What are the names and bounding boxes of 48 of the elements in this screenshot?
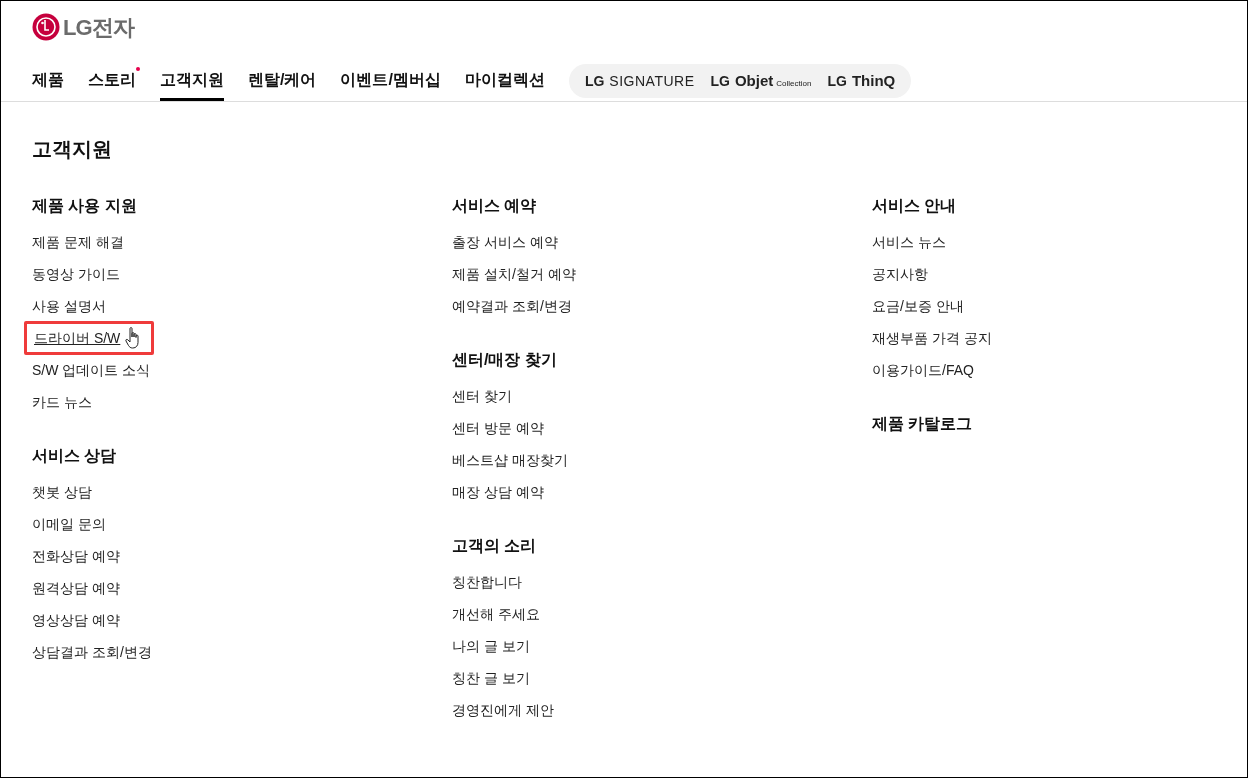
menu-link[interactable]: 나의 글 보기 [452,635,530,657]
nav-tab[interactable]: 이벤트/멤버십 [340,61,441,101]
menu-link[interactable]: 매장 상담 예약 [452,481,544,503]
menu-link[interactable]: 센터 찾기 [452,385,512,407]
lg-logo-icon [32,13,60,41]
menu-link[interactable]: 서비스 뉴스 [872,231,946,253]
menu-link[interactable]: 경영진에게 제안 [452,699,554,721]
menu-link[interactable]: 요금/보증 안내 [872,295,964,317]
menu-link[interactable]: 출장 서비스 예약 [452,231,558,253]
page-title: 고객지원 [32,137,113,162]
menu-link[interactable]: 원격상담 예약 [32,577,120,599]
menu-link[interactable]: 베스트샵 매장찾기 [452,449,568,471]
section-heading: 제품 카탈로그 [872,414,974,434]
menu-link[interactable]: 칭찬합니다 [452,571,522,593]
menu-link[interactable]: 제품 문제 해결 [32,231,124,253]
section-heading: 서비스 상담 [32,446,118,466]
section-heading: 고객의 소리 [452,536,538,556]
menu-link[interactable]: 카드 뉴스 [32,391,92,413]
menu-link[interactable]: 칭찬 글 보기 [452,667,530,689]
nav-tab[interactable]: 제품 [32,61,64,101]
nav-tab[interactable]: 스토리 [88,61,136,101]
brand-link[interactable]: LG ThinQ [827,69,896,93]
menu-link[interactable]: 재생부품 가격 공지 [872,327,992,349]
menu-link[interactable]: 챗봇 상담 [32,481,92,503]
nav-tab[interactable]: 렌탈/케어 [248,61,317,101]
menu-link[interactable]: 드라이버 S/W [34,327,121,349]
menu-link[interactable]: 공지사항 [872,263,928,285]
section-heading: 센터/매장 찾기 [452,350,558,370]
menu-link[interactable]: 상담결과 조회/변경 [32,641,152,663]
menu-link[interactable]: 사용 설명서 [32,295,106,317]
menu-link[interactable]: 전화상담 예약 [32,545,120,567]
menu-link[interactable]: 제품 설치/철거 예약 [452,263,576,285]
section-heading: 서비스 예약 [452,196,538,216]
brand-link[interactable]: LG Objet Collection [710,69,812,93]
section-heading: 서비스 안내 [872,196,958,216]
menu-link[interactable]: 이용가이드/FAQ [872,359,974,381]
section-heading: 제품 사용 지원 [32,196,138,216]
menu-link[interactable]: 이메일 문의 [32,513,106,535]
menu-link[interactable]: 동영상 가이드 [32,263,120,285]
nav-tab[interactable]: 고객지원 [160,61,224,101]
menu-link[interactable]: 센터 방문 예약 [452,417,544,439]
nav-tab[interactable]: 마이컬렉션 [464,61,545,101]
menu-link[interactable]: S/W 업데이트 소식 [32,359,151,381]
menu-link[interactable]: 개선해 주세요 [452,603,540,625]
logo-text[interactable]: LG전자 [63,10,134,44]
brand-link[interactable]: LG SIGNATURE [584,70,695,92]
menu-link[interactable]: 영상상담 예약 [32,609,120,631]
menu-link[interactable]: 예약결과 조회/변경 [452,295,572,317]
